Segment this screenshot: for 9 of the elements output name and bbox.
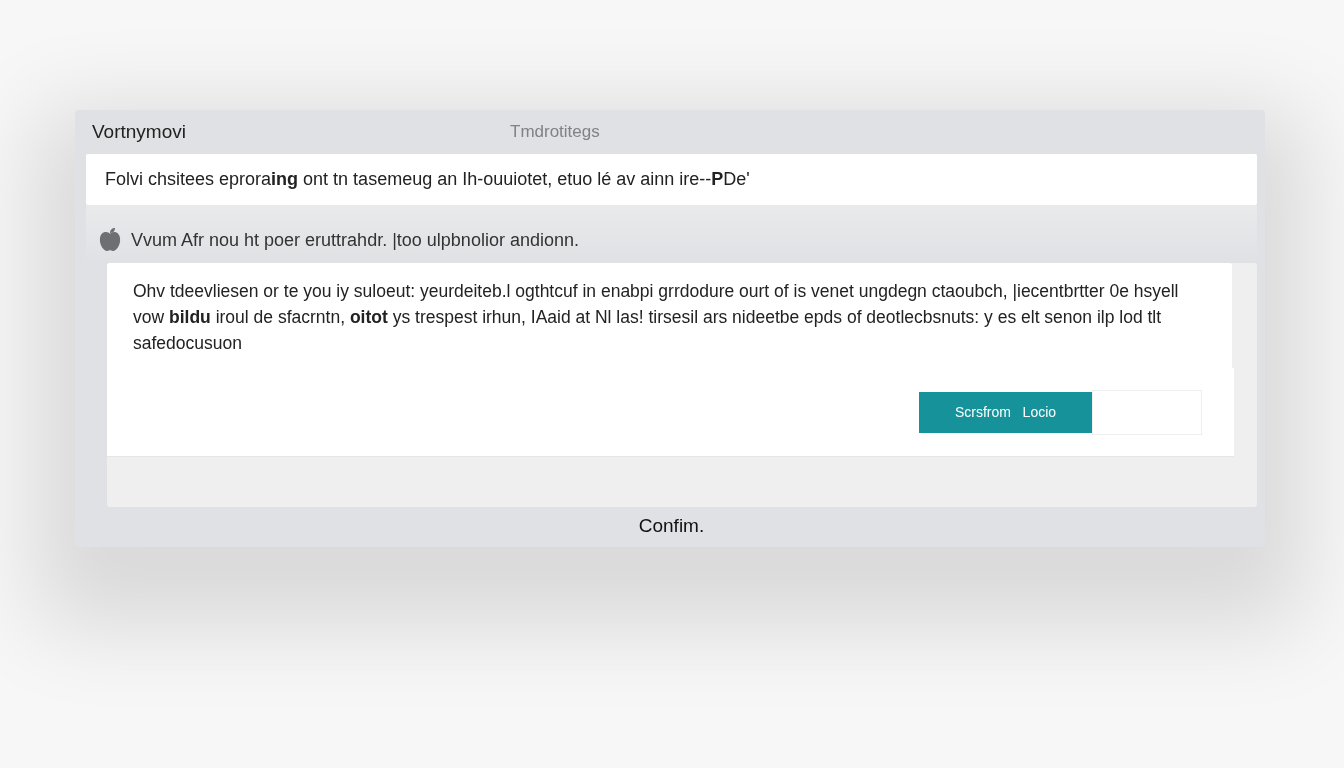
confirm-link[interactable]: Confim.	[86, 507, 1257, 537]
secondary-button[interactable]	[1092, 389, 1202, 435]
primary-button[interactable]: Scrsfrom Locio	[919, 391, 1092, 433]
message-paragraph: Ohv tdeevliesen or te you iy suloeut: yeurdeiteb.l ogthtcuf in enabpi grrdodure ourt of is venet ungdegn ctaoubch, |iecentbrtter 0e hsyell vow bildu iroul de sfacrntn, oitot ys trespest irhun, IAaid at Nl las! tirsesil ars nideetbe epds of deotlecbsnuts: y es elt senon ilp lod tlt safedocusuon	[107, 263, 1232, 368]
notice-text: Vvum Afr nou ht poer eruttrahdr. |too ulpbnolior andionn.	[131, 229, 579, 251]
banner-text: Folvi chsitees eproraing ont tn tasemeug an Ih-ouuiotet, etuo lé av ainn ire--PDe'	[86, 154, 1257, 205]
apple-icon	[97, 227, 123, 253]
dialog-subtitle: Tmdrotitegs	[510, 122, 600, 142]
dialog-title: Vortnymovi	[92, 121, 187, 143]
